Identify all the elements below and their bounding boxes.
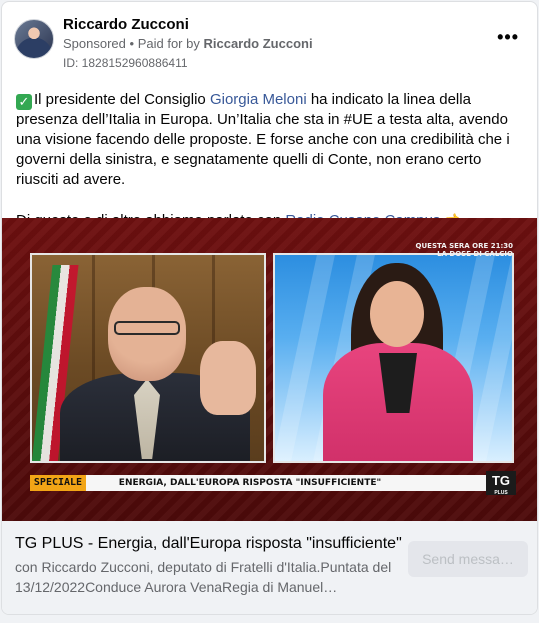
guest-glasses xyxy=(114,321,180,335)
logo-sub: PLUS xyxy=(494,490,508,496)
link-preview-description: con Riccardo Zucconi, deputato di Fratel… xyxy=(15,559,392,595)
mention-giorgia-meloni-link[interactable]: Giorgia Meloni xyxy=(210,91,307,108)
send-message-button[interactable]: Send messa… xyxy=(408,541,528,577)
ad-id: ID: 1828152960886411 xyxy=(63,56,188,70)
check-mark-icon: ✓ xyxy=(16,94,32,110)
host-face xyxy=(370,281,424,347)
post-paragraph-1: ✓ Il presidente del Consiglio Giorgia Mel… xyxy=(16,90,526,190)
logo-main: TG xyxy=(491,473,511,488)
video-frame-guest xyxy=(30,253,266,463)
paragraph-text: Il presidente del Consiglio xyxy=(34,91,210,108)
separator-dot: • xyxy=(129,36,135,51)
schedule-caption-line2: LA DOSE DI CALCIO xyxy=(437,250,513,258)
tg-plus-logo: TG PLUS xyxy=(486,471,516,496)
sponsored-post-card: Riccardo Zucconi Sponsored • Paid for by… xyxy=(1,1,538,615)
post-body: ✓ Il presidente del Consiglio Giorgia Mel… xyxy=(16,90,526,231)
author-name[interactable]: Riccardo Zucconi xyxy=(63,16,189,33)
more-options-icon[interactable]: ••• xyxy=(497,28,519,46)
post-header: Riccardo Zucconi Sponsored • Paid for by… xyxy=(2,2,537,72)
payer-name[interactable]: Riccardo Zucconi xyxy=(203,36,312,51)
banner-tag: SPECIALE xyxy=(30,475,86,491)
sponsored-line: Sponsored • Paid for by Riccardo Zucconi xyxy=(63,36,313,51)
schedule-caption-line1: QUESTA SERA ORE 21:30 xyxy=(415,242,513,250)
schedule-caption: QUESTA SERA ORE 21:30 LA DOSE DI CALCIO xyxy=(416,242,513,258)
author-avatar[interactable] xyxy=(14,19,54,59)
news-banner: SPECIALE ENERGIA, DALL'EUROPA RISPOSTA "… xyxy=(30,471,516,496)
banner-headline: ENERGIA, DALL'EUROPA RISPOSTA "INSUFFICI… xyxy=(118,478,382,488)
video-frame-host xyxy=(273,253,514,463)
sponsored-label: Sponsored xyxy=(63,36,126,51)
link-preview-title[interactable]: TG PLUS - Energia, dall'Europa risposta … xyxy=(15,535,402,553)
video-thumbnail[interactable]: QUESTA SERA ORE 21:30 LA DOSE DI CALCIO … xyxy=(2,218,537,521)
guest-raised-hand xyxy=(200,341,256,415)
link-preview[interactable]: TG PLUS - Energia, dall'Europa risposta … xyxy=(2,521,537,614)
paid-for-by-label: Paid for by xyxy=(137,36,200,51)
